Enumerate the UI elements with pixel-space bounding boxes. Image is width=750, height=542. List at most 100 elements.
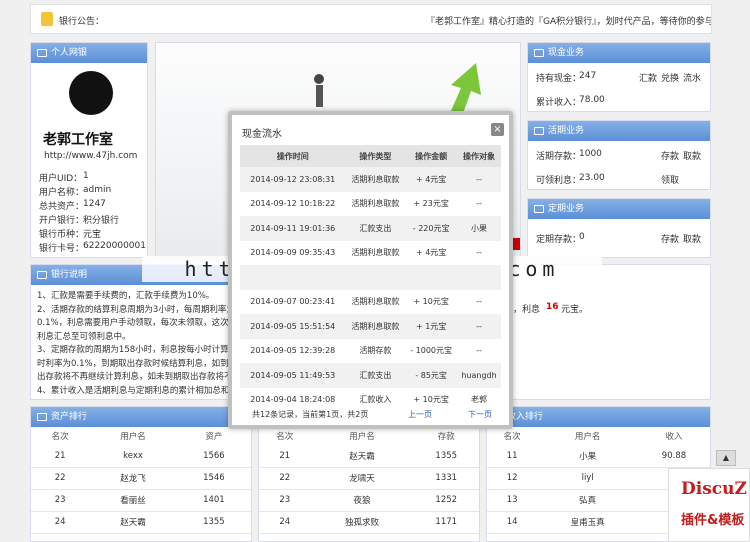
table-row xyxy=(240,265,501,290)
table-cell: 1355 xyxy=(176,511,251,534)
fixed-withdraw-button[interactable]: 取款 xyxy=(683,232,701,245)
table-cell: 1546 xyxy=(176,467,251,490)
table-cell: 1331 xyxy=(413,467,479,490)
flow-button[interactable]: 流水 xyxy=(683,71,701,84)
field-value: 1247 xyxy=(83,199,106,209)
current-deposit-button[interactable]: 存款 xyxy=(661,149,679,162)
table-row: 24 独孤求败 1171 xyxy=(259,511,479,534)
field-label: 银行卡号： xyxy=(39,244,85,254)
cash-flow-table: 操作时间 操作类型 操作金额 操作对象 2014-09-12 23:08:31 活… xyxy=(240,145,501,412)
col-deposit: 存款 xyxy=(437,432,455,442)
table-row: 11 小果 90.88 xyxy=(487,445,710,468)
table-cell: -- xyxy=(476,199,482,209)
cash-icon xyxy=(534,49,544,57)
chart-icon xyxy=(37,413,47,421)
claim-interest-button[interactable]: 领取 xyxy=(661,173,679,186)
table-row: 2014-09-12 23:08:31 活期利息取款 + 4元宝 -- xyxy=(240,167,501,192)
current-withdraw-button[interactable]: 取款 xyxy=(683,149,701,162)
table-cell xyxy=(405,265,458,290)
col-income: 收入 xyxy=(665,432,683,442)
exchange-button[interactable]: 兑换 xyxy=(661,71,679,84)
table-row: 24 赵天霸 1355 xyxy=(31,511,251,534)
table-cell: -- xyxy=(457,314,501,339)
notice-bar: 银行公告： 『老郭工作室』精心打造的『GA积分银行』，划时代产品，等待你的参与 xyxy=(30,4,712,34)
table-cell: 2014-09-12 10:18:22 xyxy=(250,199,336,209)
field-label: 银行币种： xyxy=(39,230,85,240)
table-row: 2014-09-12 10:18:22 活期利息取款 + 23元宝 -- xyxy=(240,192,501,217)
table-cell: 皇甫玉真 xyxy=(537,511,638,534)
col-rank: 名次 xyxy=(503,432,521,442)
cash-income-value: 78.00 xyxy=(579,95,605,105)
table-cell: 2014-09-09 09:35:43 xyxy=(250,248,336,258)
table-row: 2014-09-09 09:35:43 活期利息取款 + 4元宝 -- xyxy=(240,241,501,266)
table-cell: 1355 xyxy=(413,445,479,468)
cash-panel: 现金业务 持有现金： 247 汇款 兑换 流水 累计收入： 78.00 xyxy=(527,42,711,112)
cash-header: 现金业务 xyxy=(528,43,710,63)
col-user: 用户名 xyxy=(349,432,375,442)
table-row: 2014-09-07 00:23:41 活期利息取款 + 10元宝 -- xyxy=(240,290,501,315)
cash-flow-modal: 现金流水 × 操作时间 操作类型 操作金额 操作对象 2014-09-12 23… xyxy=(228,111,513,429)
table-row: 22 赵龙飞 1546 xyxy=(31,467,251,490)
deposit-rank-table: 名次 用户名 存款 21 赵天霸 1355 22 龙啸天 1331 23 夜狼 1252 24 独孤… xyxy=(259,427,479,534)
explain-right-value: 16 xyxy=(546,302,559,312)
table-cell: 14 xyxy=(487,511,538,534)
modal-title: 现金流水 xyxy=(242,129,282,140)
card-icon xyxy=(37,49,47,57)
table-cell: 1171 xyxy=(413,511,479,534)
field-value: 积分银行 xyxy=(83,216,120,226)
site-url: http://www.47jh.com xyxy=(44,151,138,161)
table-cell: 夜狼 xyxy=(310,489,414,512)
explain-line: 时利率为0.1%，到期取出存款时候结算利息，如到期 xyxy=(37,358,238,369)
table-cell xyxy=(345,265,406,290)
table-cell: 活期利息取款 xyxy=(351,248,400,258)
table-cell: -- xyxy=(476,248,482,258)
col-user: 用户名 xyxy=(120,432,146,442)
table-cell: -- xyxy=(476,297,482,307)
remit-button[interactable]: 汇款 xyxy=(639,71,657,84)
table-row: 21 kexx 1566 xyxy=(31,445,251,468)
fixed-panel: 定期业务 定期存款： 0 存款 取款 xyxy=(527,198,711,258)
personal-header: 个人网银 xyxy=(31,43,147,63)
table-cell: 2014-09-05 15:51:54 xyxy=(240,314,346,339)
table-cell: + 10元宝 xyxy=(413,297,449,307)
lock-icon xyxy=(534,205,544,213)
col-rank: 名次 xyxy=(276,432,294,442)
current-deposit-label: 活期存款： xyxy=(536,152,582,162)
discuz-badge: DiscuZ 插件&模板 xyxy=(668,468,750,542)
modal-close-button[interactable]: × xyxy=(491,123,504,136)
field-label: 用户名称： xyxy=(39,188,85,198)
table-cell: + 4元宝 xyxy=(415,248,447,258)
table-cell: 2014-09-12 23:08:31 xyxy=(240,167,346,192)
table-cell: - 220元宝 xyxy=(405,216,458,241)
col-rank: 名次 xyxy=(51,432,69,442)
table-cell: 赵天霸 xyxy=(310,445,414,468)
current-header: 活期业务 xyxy=(528,121,710,141)
table-cell: 活期利息取款 xyxy=(351,199,400,209)
scroll-top-button[interactable]: ▲ xyxy=(716,450,736,466)
col-type: 操作类型 xyxy=(345,145,406,167)
table-cell: 24 xyxy=(31,511,90,534)
table-row: 23 看丽丝 1401 xyxy=(31,489,251,512)
explain-line: 0.1%，利息需要用户手动领取，每次未领取，这次未领 xyxy=(37,318,246,328)
fixed-deposit-label: 定期存款： xyxy=(536,235,582,245)
table-cell: 13 xyxy=(487,489,538,512)
table-cell: 23 xyxy=(31,489,90,512)
table-cell: 22 xyxy=(259,467,311,490)
next-page-button[interactable]: 下一页 xyxy=(468,409,492,420)
logo xyxy=(69,71,113,115)
current-deposit-value: 1000 xyxy=(579,149,602,159)
table-cell: 21 xyxy=(259,445,311,468)
table-cell: 2014-09-11 19:01:36 xyxy=(240,216,346,241)
clock-icon xyxy=(534,127,544,135)
field-label: 用户UID： xyxy=(39,174,83,184)
prev-page-button[interactable]: 上一页 xyxy=(408,409,432,420)
table-cell: 汇款支出 xyxy=(345,363,406,388)
table-cell: liyl xyxy=(537,467,638,490)
table-cell: 赵天霸 xyxy=(89,511,177,534)
table-cell: 活期存款 xyxy=(359,346,392,356)
field-label: 总共资产： xyxy=(39,202,85,212)
cash-hold-label: 持有现金： xyxy=(536,74,582,84)
col-target: 操作对象 xyxy=(457,145,501,167)
fixed-deposit-button[interactable]: 存款 xyxy=(661,232,679,245)
explain-right-unit: 元宝。 xyxy=(561,305,589,315)
